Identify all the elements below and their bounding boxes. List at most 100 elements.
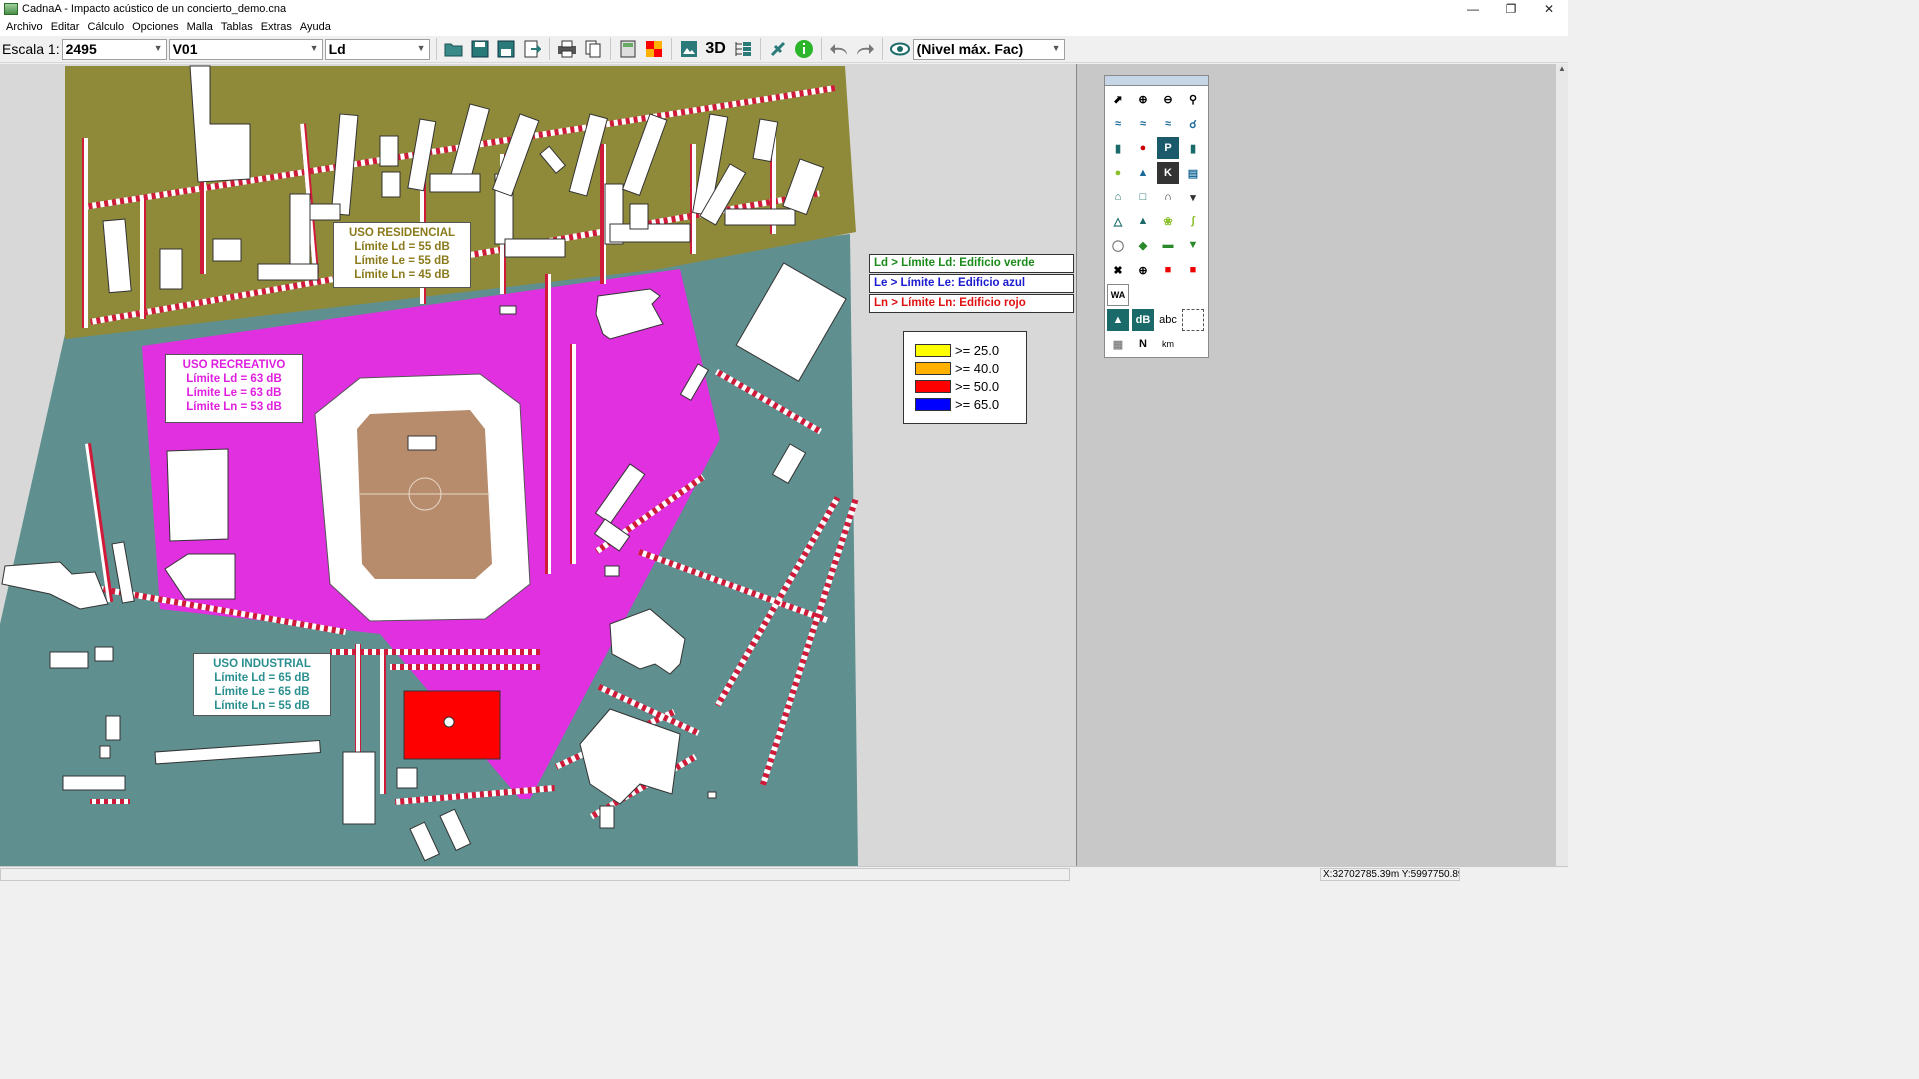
menu-editar[interactable]: Editar [47, 21, 84, 33]
tree-list-icon[interactable] [731, 37, 755, 61]
level-combo[interactable]: Ld ▼ [324, 38, 430, 60]
grid-map-icon[interactable] [642, 37, 666, 61]
road-car-icon[interactable]: ▮ [1107, 137, 1129, 159]
embankment-icon[interactable]: △ [1107, 210, 1129, 232]
building-house-icon[interactable]: ⌂ [1107, 186, 1129, 208]
facade-map-icon[interactable]: ■ [1182, 259, 1204, 281]
minimize-button[interactable]: — [1454, 0, 1492, 18]
menu-extras[interactable]: Extras [257, 21, 296, 33]
trees-icon[interactable]: ▲ [1132, 210, 1154, 232]
grid-noise-map-icon[interactable]: ■ [1157, 259, 1179, 281]
toolbar-separator [435, 38, 437, 60]
db-icon[interactable]: dB [1132, 309, 1154, 331]
menu-ayuda[interactable]: Ayuda [296, 21, 335, 33]
selection-box-icon[interactable] [1182, 309, 1204, 331]
measurement-point-icon[interactable]: ⊕ [1132, 259, 1154, 281]
ground-absorption-icon[interactable]: ▾ [1182, 186, 1204, 208]
scale-combo[interactable]: 2495 ▼ [61, 38, 167, 60]
hatch-area-icon[interactable]: ▦ [1107, 333, 1129, 355]
menu-tablas[interactable]: Tablas [217, 21, 257, 33]
north-arrow-icon[interactable]: N [1132, 333, 1154, 355]
scale-bar-km-icon[interactable]: km [1157, 333, 1179, 355]
zone-industrial-title: USO INDUSTRIAL [213, 658, 311, 670]
text-abc-icon[interactable]: abc [1157, 309, 1179, 331]
train-icon[interactable]: ▮ [1182, 137, 1204, 159]
zone-industrial-ld: Límite Ld = 65 dB [214, 672, 310, 684]
cylinder-icon[interactable]: ◯ [1107, 234, 1129, 256]
railway-icon[interactable]: ▲ [1132, 162, 1154, 184]
zone-residencial-ln: Límite Ln = 45 dB [354, 269, 450, 281]
zone-industrial-ln: Límite Ln = 55 dB [214, 700, 310, 712]
traffic-light-icon[interactable]: ● [1132, 137, 1154, 159]
export-icon[interactable] [520, 37, 544, 61]
calculator-icon[interactable] [616, 37, 640, 61]
maximize-button[interactable]: ❐ [1492, 0, 1530, 18]
eye-icon[interactable] [888, 37, 912, 61]
stadium [314, 373, 531, 622]
chevron-down-icon: ▼ [153, 42, 163, 53]
3d-object-icon[interactable]: ◆ [1132, 234, 1154, 256]
area-source-icon[interactable]: ≈ [1157, 113, 1179, 135]
palette-header[interactable] [1105, 76, 1208, 86]
map-view[interactable]: USO RESIDENCIAL Límite Ld = 55 dB Límite… [0, 64, 1076, 866]
point-source-icon[interactable]: ≈ [1107, 113, 1129, 135]
save-icon[interactable] [468, 37, 492, 61]
barrier-icon[interactable]: □ [1132, 186, 1154, 208]
terrain-icon[interactable] [677, 37, 701, 61]
zone-recreativo-ln: Límite Ln = 53 dB [186, 401, 282, 413]
main-toolbar: Escala 1: 2495 ▼ V01 ▼ Ld ▼ 3D (Nivel má… [0, 36, 1568, 63]
variant-value: V01 [172, 41, 198, 57]
redo-icon[interactable] [853, 37, 877, 61]
save-as-icon[interactable] [494, 37, 518, 61]
ground-plane-icon[interactable]: ▬ [1157, 234, 1179, 256]
level-legend: >= 25.0 >= 40.0 >= 50.0 >= 65.0 [903, 331, 1027, 424]
vertical-scrollbar[interactable]: ▲ [1556, 64, 1568, 866]
legend-row: >= 25.0 [915, 341, 1026, 359]
menu-calculo[interactable]: Cálculo [83, 21, 128, 33]
chevron-down-icon: ▼ [309, 42, 319, 53]
scroll-up-icon[interactable]: ▲ [1556, 64, 1568, 73]
satellite-icon[interactable] [766, 37, 790, 61]
k-object-icon[interactable]: K [1157, 162, 1179, 184]
legend-row: >= 50.0 [915, 377, 1026, 395]
zone-residencial-le: Límite Le = 55 dB [354, 255, 450, 267]
select-pointer-icon[interactable]: ⬈ [1107, 88, 1129, 110]
variant-combo[interactable]: V01 ▼ [168, 38, 323, 60]
vegetation-area-icon[interactable]: ❀ [1157, 210, 1179, 232]
terrain-view-icon[interactable]: ▲ [1107, 309, 1129, 331]
menu-archivo[interactable]: Archivo [2, 21, 47, 33]
zoom-out-icon[interactable]: ⊖ [1157, 88, 1179, 110]
map-canvas[interactable] [0, 64, 1076, 866]
legend-swatch [915, 379, 951, 393]
open-folder-icon[interactable] [442, 37, 466, 61]
receiver-cross-icon[interactable]: ✖ [1107, 259, 1129, 281]
display-value: (Nivel máx. Fac) [916, 41, 1024, 57]
toolbar-separator [881, 38, 883, 60]
3d-view-button[interactable]: 3D [703, 37, 729, 61]
status-coordinates: X:32702785.39m Y:5997750.89m [1320, 868, 1460, 881]
line-source-icon[interactable]: ≈ [1132, 113, 1154, 135]
terrain-line-icon[interactable]: ∫ [1182, 210, 1204, 232]
speaker-source-icon[interactable]: ☌ [1182, 113, 1204, 135]
bridge-icon[interactable]: ∩ [1157, 186, 1179, 208]
triangle-down-icon[interactable]: ▼ [1182, 234, 1204, 256]
undo-icon[interactable] [827, 37, 851, 61]
copy-icon[interactable] [581, 37, 605, 61]
parking-icon[interactable]: P [1157, 137, 1179, 159]
menu-malla[interactable]: Malla [183, 21, 217, 33]
info-icon[interactable] [792, 37, 816, 61]
industry-circle-icon[interactable]: ● [1107, 162, 1129, 184]
zone-recreativo-ld: Límite Ld = 63 dB [186, 373, 282, 385]
legend-row: >= 40.0 [915, 359, 1026, 377]
zoom-in-icon[interactable]: ⊕ [1132, 88, 1154, 110]
app-icon [4, 3, 18, 15]
wa-icon[interactable]: WA [1107, 284, 1129, 306]
rule-red: Ln > Límite Ln: Edificio rojo [869, 294, 1074, 313]
menu-opciones[interactable]: Opciones [128, 21, 182, 33]
display-combo[interactable]: (Nivel máx. Fac) ▼ [912, 38, 1065, 60]
object-palette: ⬈ ⊕ ⊖ ⚲ ≈ ≈ ≈ ☌ ▮ ● P ▮ ● ▲ K ▤ ⌂ □ ∩ ▾ … [1104, 75, 1209, 358]
aircraft-icon[interactable]: ▤ [1182, 162, 1204, 184]
print-icon[interactable] [555, 37, 579, 61]
close-button[interactable]: ✕ [1530, 0, 1568, 18]
zoom-fit-icon[interactable]: ⚲ [1182, 88, 1204, 110]
